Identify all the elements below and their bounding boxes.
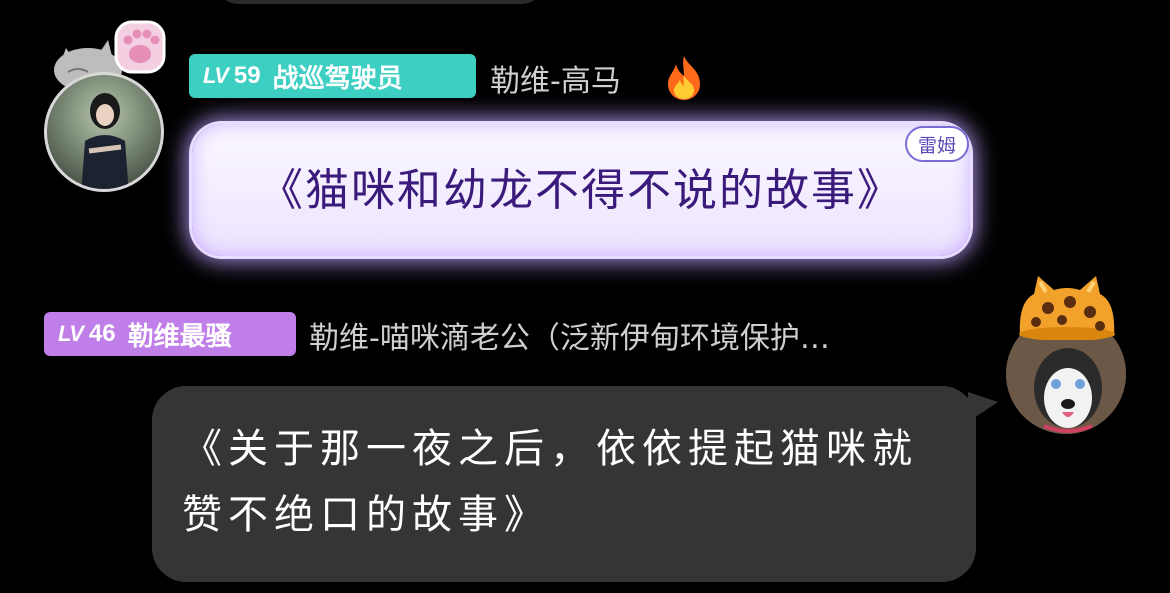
level-prefix: LV (58, 321, 84, 346)
message-text: 《关于那一夜之后，依依提起猫咪就赞不绝口的故事》 (182, 426, 918, 538)
fire-icon (668, 56, 700, 100)
message-text: 《猫咪和幼龙不得不说的故事》 (259, 165, 903, 216)
level-number: 46 (88, 320, 116, 347)
leopard-hat-icon (1019, 276, 1115, 340)
previous-message-bubble[interactable] (210, 0, 550, 4)
message-bubble[interactable]: 《猫咪和幼龙不得不说的故事》 (192, 124, 970, 256)
sender-avatar-1[interactable] (40, 18, 180, 192)
chat-view: LV 59 战巡驾驶员 勒维-高马 《猫咪和幼龙不得不说的故事》 雷姆 LV 4… (0, 0, 1170, 593)
sender-name[interactable]: 勒维-喵咪滴老公（泛新伊甸环境保护… (309, 313, 949, 357)
sender-name[interactable]: 勒维-高马 (490, 56, 621, 100)
bubble-tag: 雷姆 (905, 126, 969, 162)
badge-title: 战巡驾驶员 (272, 63, 403, 94)
level-prefix: LV (203, 63, 229, 88)
message-bubble[interactable]: 《关于那一夜之后，依依提起猫咪就赞不绝口的故事》 (152, 386, 976, 582)
level-number: 59 (233, 62, 261, 89)
bubble-tail (968, 392, 998, 422)
level-badge[interactable]: LV 59 战巡驾驶员 (189, 54, 476, 98)
badge-title: 勒维最骚 (127, 321, 232, 352)
avatar-photo (44, 72, 164, 192)
level-badge[interactable]: LV 46 勒维最骚 (44, 312, 296, 356)
sender-avatar-2[interactable] (1000, 272, 1140, 442)
